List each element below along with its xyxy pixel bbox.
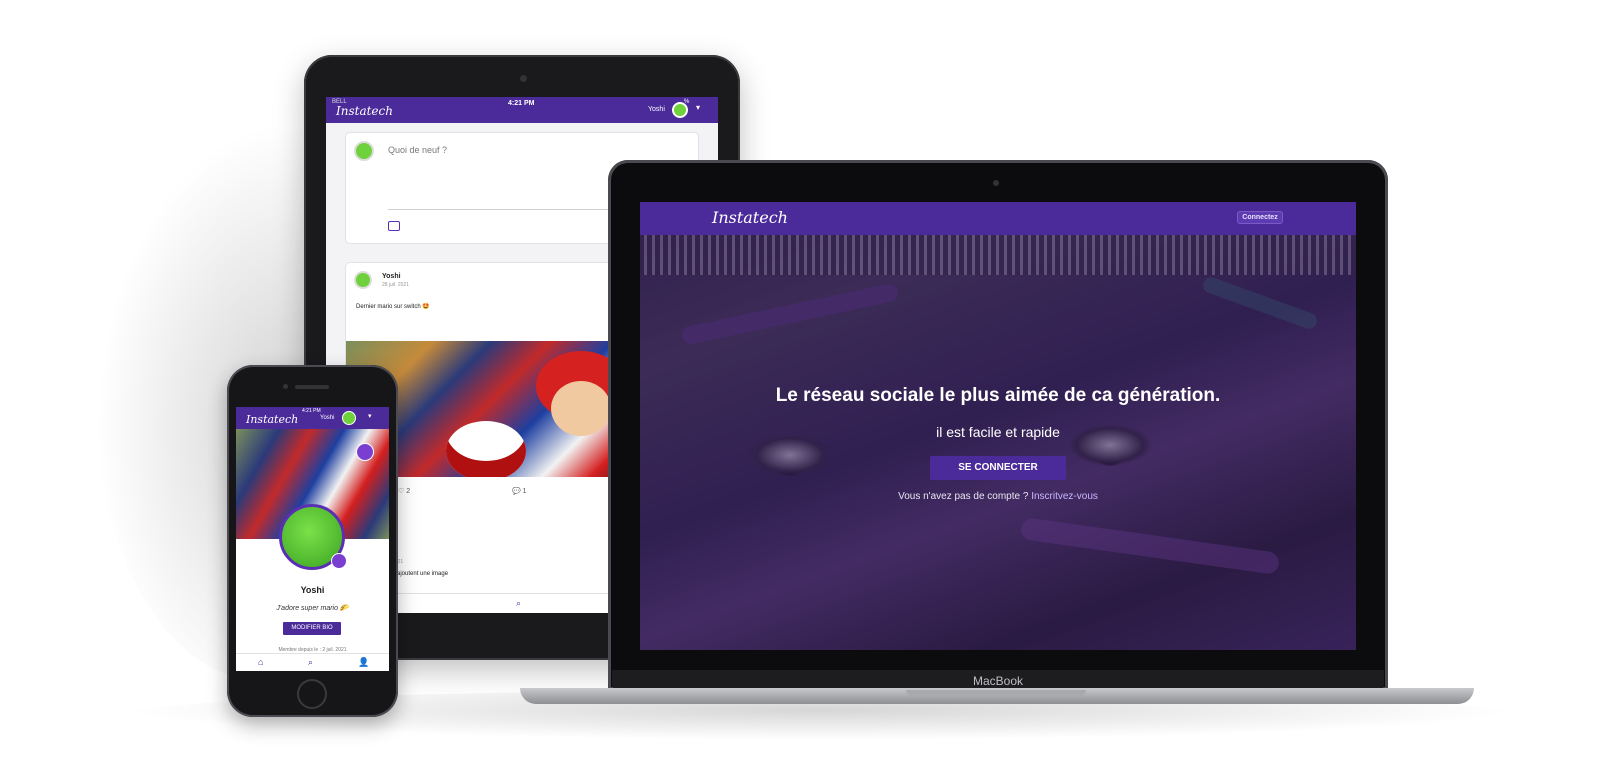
like-button[interactable]: ♡ 2 <box>398 487 410 495</box>
edit-bio-button[interactable]: MODIFIER BIO <box>283 622 341 635</box>
camera-icon[interactable] <box>356 443 374 461</box>
app-logo[interactable]: Instatech <box>712 208 788 227</box>
avatar[interactable] <box>354 271 372 289</box>
post-text: n ajoutent une image <box>392 571 449 577</box>
laptop-notch <box>906 690 1086 696</box>
chevron-down-icon[interactable]: ▾ <box>368 412 372 420</box>
post-text: Dernier mario sur switch 🤩 <box>356 304 430 310</box>
post-date: 28 juil. 2021 <box>382 282 409 288</box>
laptop-model-label: MacBook <box>972 674 1024 688</box>
connect-button[interactable]: SE CONNECTER <box>930 456 1066 480</box>
landing-navbar: Instatech Connectez <box>640 202 1356 235</box>
search-icon[interactable]: ⌕ <box>308 657 313 668</box>
status-time: 4:21 PM <box>302 408 321 414</box>
laptop-screen: Instatech Connectez Le réseau sociale le… <box>640 202 1356 650</box>
image-icon[interactable] <box>388 221 400 231</box>
tablet-header-bar: BELL Instatech 4:21 PM Yoshi % ▾ <box>326 97 718 123</box>
comment-button[interactable]: 💬 1 <box>512 487 527 495</box>
chevron-down-icon[interactable]: ▾ <box>696 103 700 112</box>
hero-overlay <box>640 235 1356 650</box>
status-time: 4:21 PM <box>508 100 535 107</box>
device-mockup-stage: BELL Instatech 4:21 PM Yoshi % ▾ Quoi de… <box>0 0 1600 757</box>
hero-section: Le réseau sociale le plus aimée de ca gé… <box>640 235 1356 650</box>
header-username[interactable]: Yoshi <box>320 415 334 421</box>
signup-prefix: Vous n'avez pas de compte ? <box>898 491 1029 502</box>
login-button[interactable]: Connectez <box>1237 211 1283 224</box>
battery-label: % <box>684 99 690 105</box>
hero-subline: il est facile et rapide <box>936 424 1060 440</box>
phone-screen: Instatech 4:21 PM Yoshi ▾ Yoshi J'adore … <box>236 407 389 671</box>
camera-icon[interactable] <box>331 553 347 569</box>
laptop-device: Instatech Connectez Le réseau sociale le… <box>608 160 1388 690</box>
comment-count: 1 <box>522 488 527 495</box>
app-logo[interactable]: Instatech <box>336 104 393 118</box>
profile-name: Yoshi <box>300 585 325 595</box>
signup-prompt: Vous n'avez pas de compte ? Inscritvez-v… <box>640 491 1356 502</box>
home-icon[interactable]: ⌂ <box>258 657 263 667</box>
avatar <box>354 141 374 161</box>
cappy <box>446 421 526 477</box>
user-icon[interactable]: 👤 <box>358 657 369 668</box>
avatar[interactable] <box>342 411 356 425</box>
app-logo[interactable]: Instatech <box>246 413 298 426</box>
post-author[interactable]: Yoshi <box>382 273 401 280</box>
bottom-nav: ⌂ ⌕ 👤 <box>236 653 389 671</box>
like-count: 2 <box>406 488 411 495</box>
phone-home-button[interactable] <box>297 679 327 709</box>
composer-input[interactable]: Quoi de neuf ? <box>388 145 447 155</box>
signup-link[interactable]: Inscritvez-vous <box>1031 491 1098 502</box>
hero-headline: Le réseau sociale le plus aimée de ca gé… <box>775 385 1221 406</box>
phone-camera <box>283 384 288 389</box>
phone-header-bar: Instatech 4:21 PM Yoshi ▾ <box>236 407 389 429</box>
profile-bio: J'adore super mario 🌮 <box>276 605 349 612</box>
phone-device: Instatech 4:21 PM Yoshi ▾ Yoshi J'adore … <box>227 365 398 717</box>
header-username[interactable]: Yoshi <box>648 106 665 113</box>
mario-face <box>551 381 611 436</box>
laptop-camera <box>993 180 999 186</box>
phone-speaker <box>295 385 329 389</box>
search-icon[interactable]: ⌕ <box>516 598 521 609</box>
tablet-camera <box>520 75 527 82</box>
